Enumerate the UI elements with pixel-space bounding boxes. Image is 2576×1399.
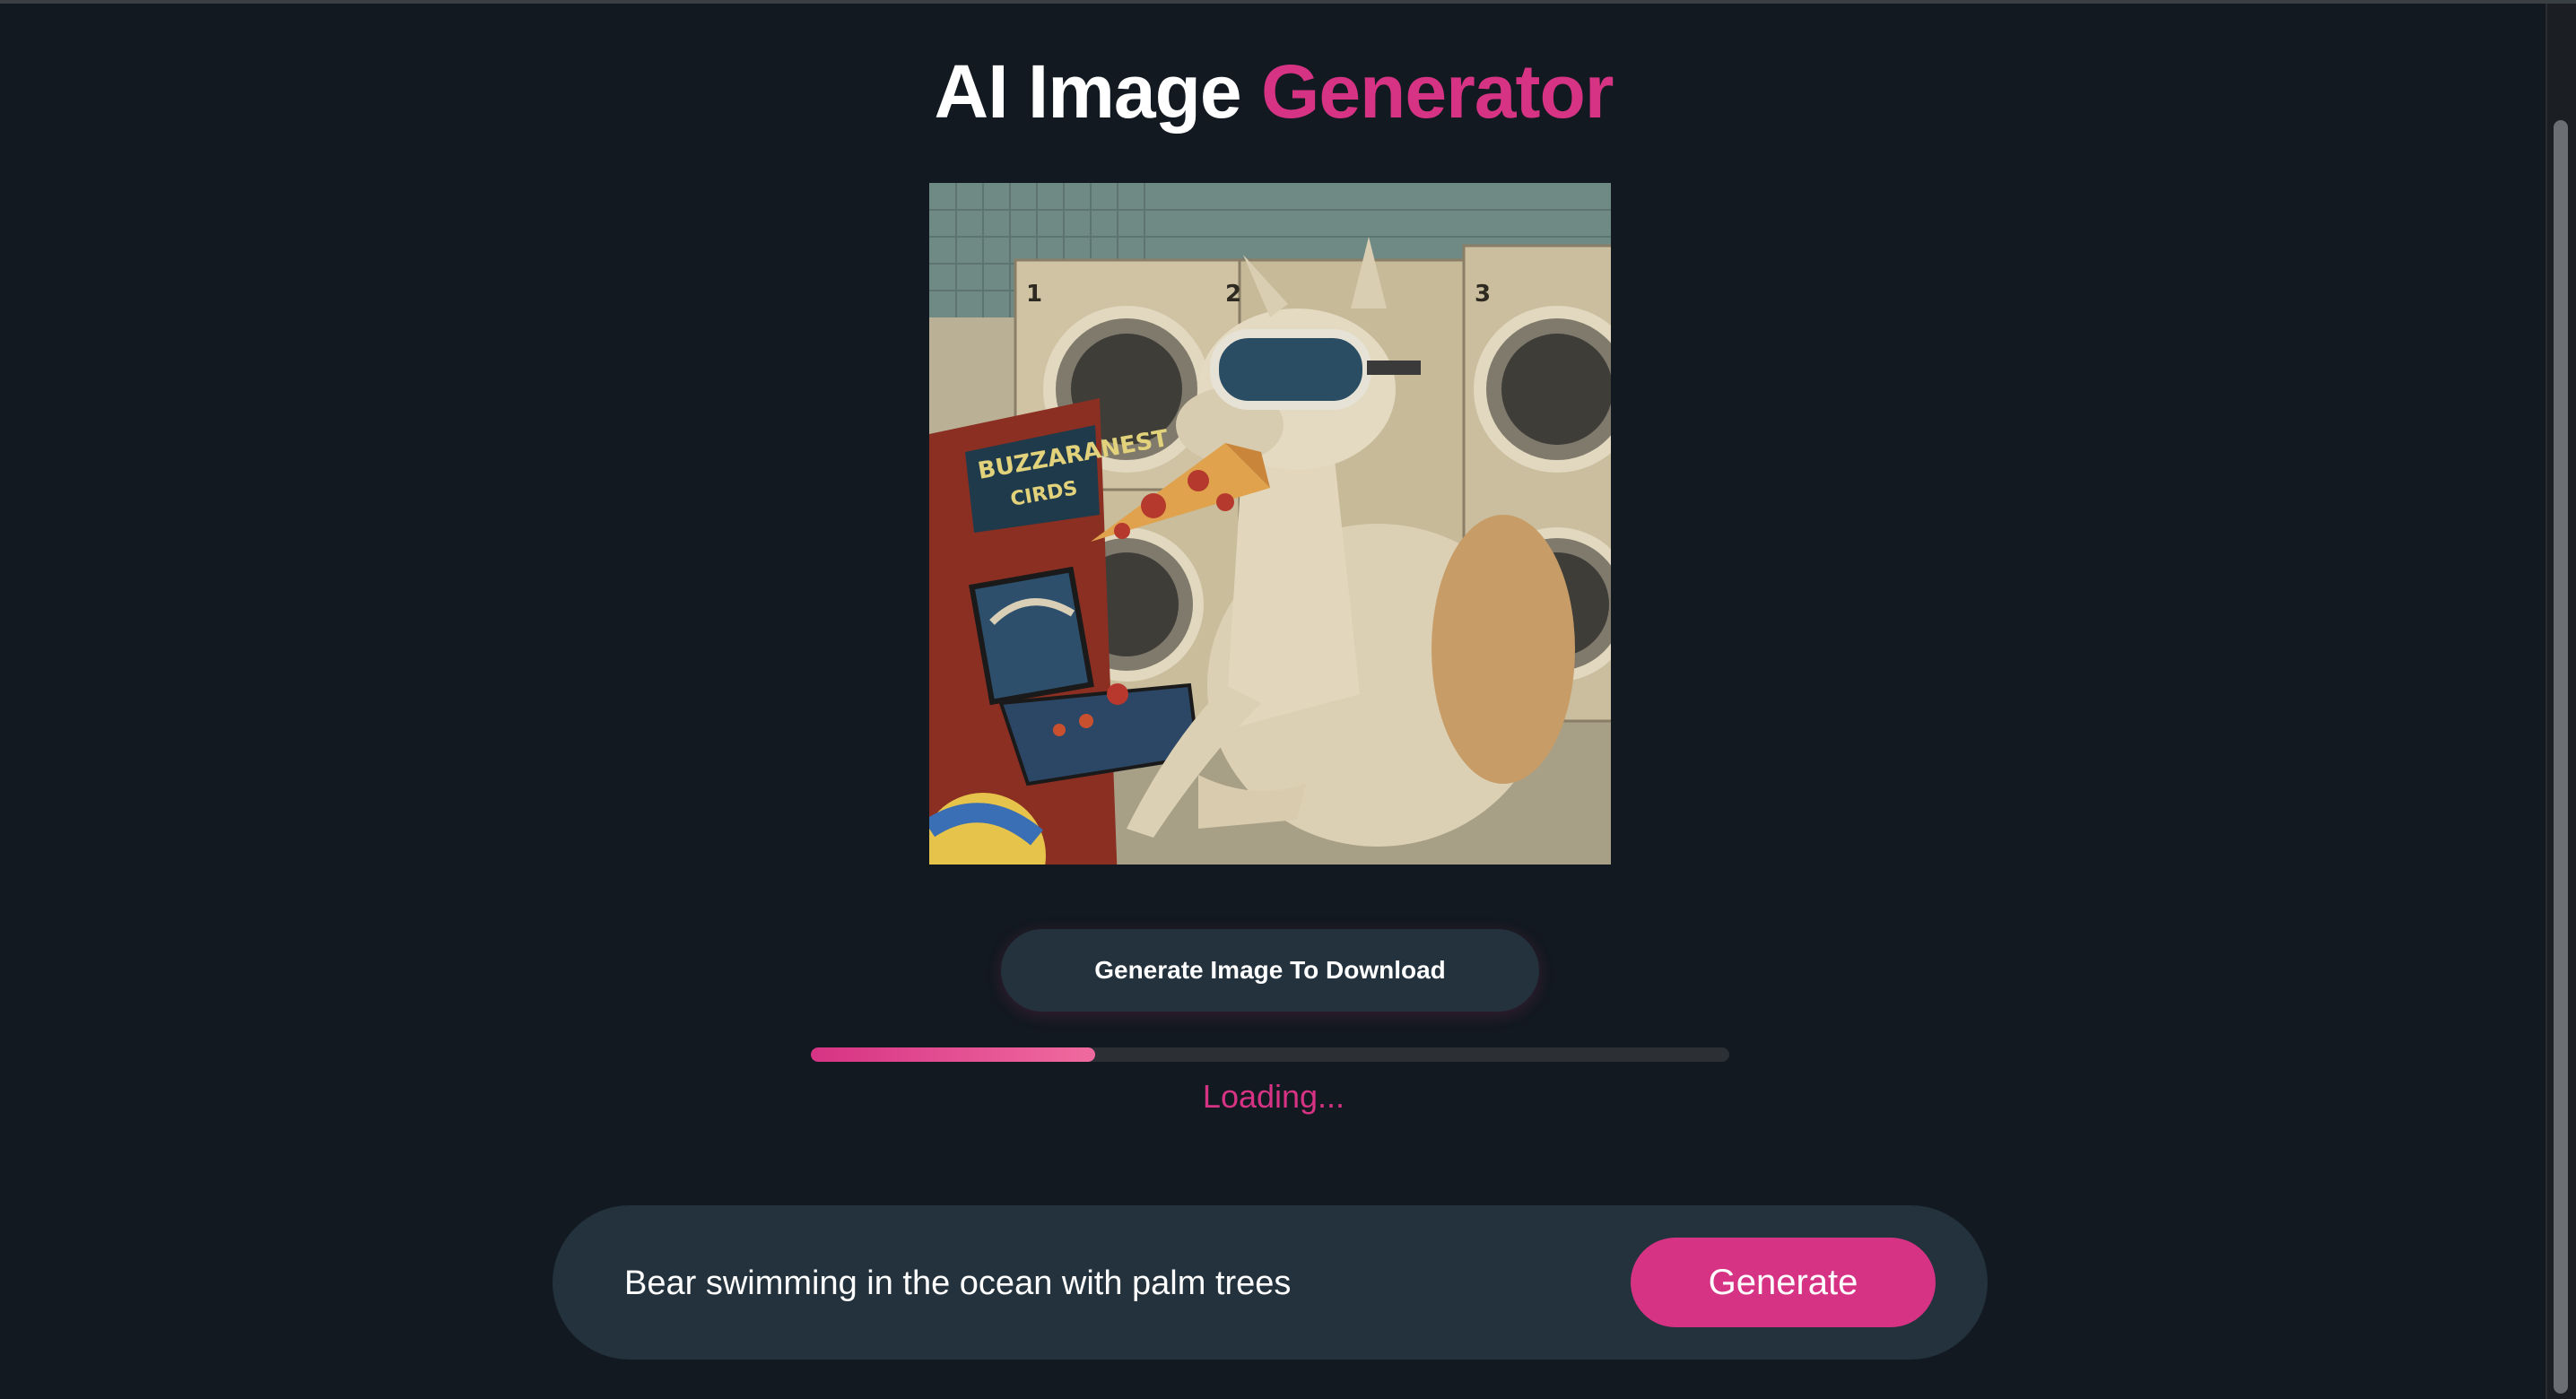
scrollbar-thumb[interactable] [2554,120,2568,1394]
app-page: AI Image Generator 1 2 3 BUZZARANEST CIR… [0,0,2576,1399]
prompt-bar: Generate [553,1205,1988,1360]
prompt-input[interactable] [622,1250,1595,1316]
title-accent: Generator [1260,49,1614,135]
progress-fill [811,1047,1096,1062]
svg-text:2: 2 [1225,281,1241,308]
generated-image: 1 2 3 BUZZARANEST CIRDS [929,183,1611,865]
scrollbar[interactable] [2546,4,2576,1399]
generate-button[interactable]: Generate [1631,1238,1936,1327]
title-main: AI Image [934,49,1242,135]
progress-bar [811,1047,1729,1062]
download-button[interactable]: Generate Image To Download [1001,929,1539,1012]
svg-text:1: 1 [1026,281,1042,308]
svg-text:3: 3 [1475,281,1491,308]
page-title: AI Image Generator [0,54,2547,129]
loading-status: Loading... [1202,1078,1345,1115]
